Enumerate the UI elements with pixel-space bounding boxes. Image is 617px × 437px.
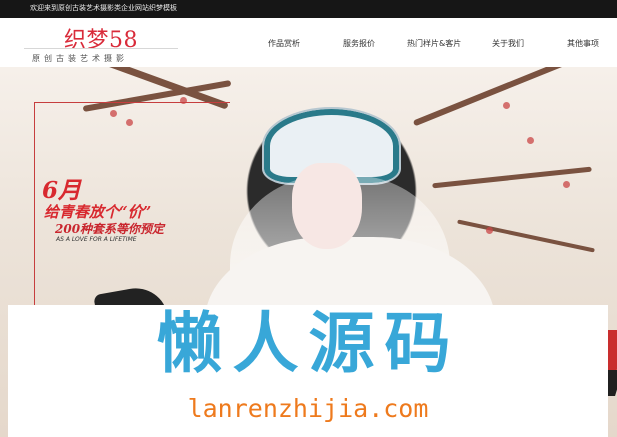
frame-line xyxy=(34,102,35,324)
blossom xyxy=(110,110,117,117)
watermark-url: lanrenzhijia.com xyxy=(187,394,429,423)
top-bar: 欢迎来到原创古装艺术摄影类企业网站织梦模板 xyxy=(0,0,617,18)
nav-item-about[interactable]: 关于我们 xyxy=(492,38,524,49)
logo-subtitle: 原创古装艺术摄影 xyxy=(32,54,128,63)
promo-subheadline: 200种套系等你预定 xyxy=(55,222,165,236)
blossom xyxy=(126,119,133,126)
blossom xyxy=(486,227,493,234)
promo-headline: 给青春放个“价” xyxy=(44,203,152,221)
blossom xyxy=(527,137,534,144)
promo-month: 6月 xyxy=(42,177,82,204)
watermark-cn: 懒人源码 xyxy=(156,305,461,382)
blossom-branch xyxy=(412,67,592,127)
frame-line xyxy=(34,102,230,103)
logo-title: 织梦58 xyxy=(64,28,138,53)
blossom-branch xyxy=(457,219,595,253)
model-face xyxy=(292,163,362,249)
nav-item-works[interactable]: 作品赏析 xyxy=(268,38,300,49)
nav-item-pricing[interactable]: 服务报价 xyxy=(343,38,375,49)
welcome-text: 欢迎来到原创古装艺术摄影类企业网站织梦模板 xyxy=(30,4,177,12)
logo-divider xyxy=(24,48,178,49)
nav-item-samples[interactable]: 热门样片&客片 xyxy=(407,38,461,49)
nav-item-other[interactable]: 其他事项 xyxy=(567,38,599,49)
blossom xyxy=(503,102,510,109)
promo-tagline: AS A LOVE FOR A LIFETIME xyxy=(56,236,137,243)
site-logo[interactable]: 织梦58 原创古装艺术摄影 xyxy=(24,18,178,66)
blossom xyxy=(563,181,570,188)
